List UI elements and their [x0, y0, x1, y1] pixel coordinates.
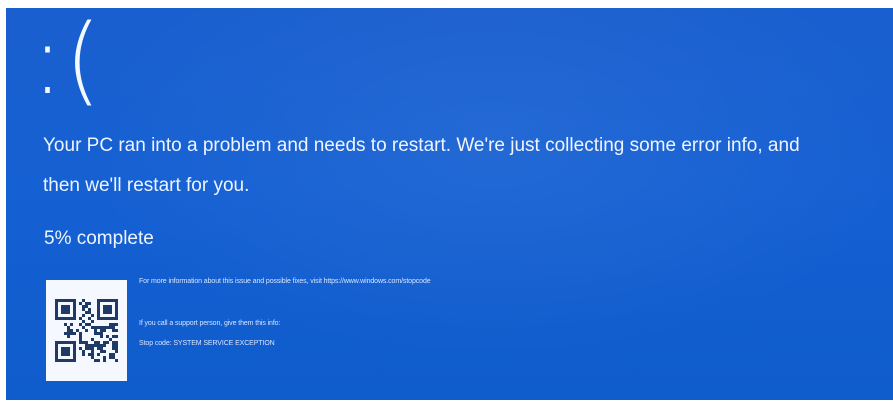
support-info-text: If you call a support person, give them … — [139, 320, 281, 327]
photo-frame: :( Your PC ran into a problem and needs … — [0, 0, 893, 410]
progress-text: 5% complete — [44, 228, 154, 249]
blue-screen: :( Your PC ran into a problem and needs … — [6, 8, 893, 400]
sad-face-emoticon: :( — [32, 8, 103, 117]
stopcode-info-text: For more information about this issue an… — [139, 278, 431, 285]
error-message: Your PC ran into a problem and needs to … — [43, 135, 800, 196]
qr-code-icon — [46, 280, 127, 381]
stop-code-text: Stop code: SYSTEM SERVICE EXCEPTION — [139, 340, 275, 347]
